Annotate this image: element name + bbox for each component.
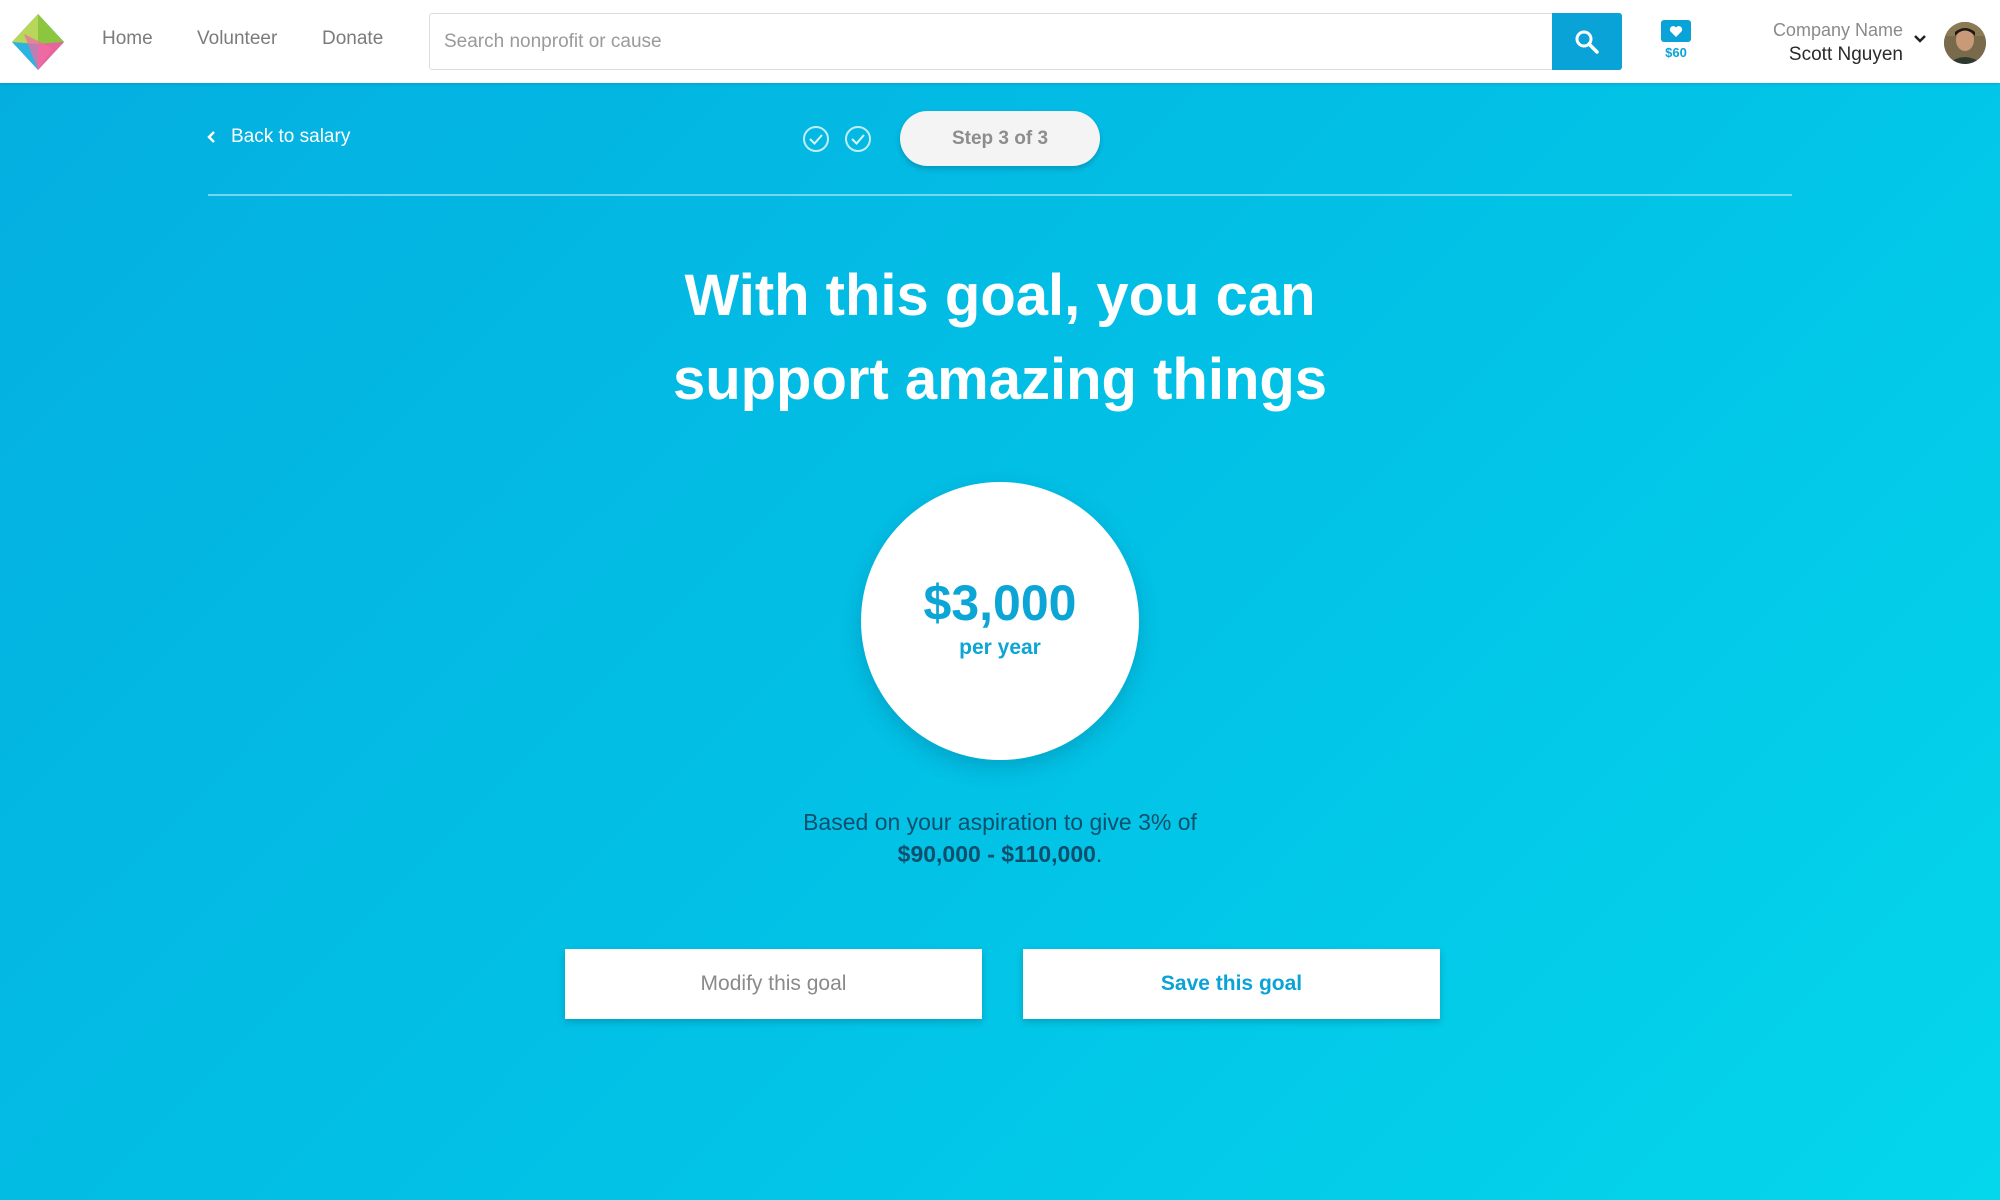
back-link-label: Back to salary [231, 126, 351, 147]
goal-amount: $3,000 [923, 575, 1077, 631]
basis-line-2: $90,000 - $110,000. [700, 838, 1300, 870]
goal-amount-circle: $3,000 per year [861, 482, 1139, 760]
wallet-balance: $60 [1665, 45, 1687, 60]
account-menu[interactable]: Company Name Scott Nguyen [1773, 18, 1903, 68]
goal-period: per year [959, 636, 1041, 659]
basis-line-1: Based on your aspiration to give 3% of [803, 809, 1197, 835]
basis-period: . [1095, 841, 1103, 867]
page-title: With this goal, you can support amazing … [500, 254, 1500, 422]
save-goal-button[interactable]: Save this goal [1023, 949, 1440, 1019]
check-circle-icon [803, 126, 829, 152]
logo-icon[interactable] [12, 14, 64, 70]
heart-icon [1661, 20, 1691, 42]
nav-home-link[interactable]: Home [102, 28, 153, 50]
headline-line-1: With this goal, you can [684, 263, 1316, 328]
goal-basis-text: Based on your aspiration to give 3% of $… [700, 806, 1300, 870]
user-name: Scott Nguyen [1788, 44, 1903, 65]
chevron-down-icon[interactable] [1913, 34, 1927, 44]
company-name: Company Name [1772, 20, 1903, 40]
giving-wallet[interactable]: $60 [1656, 20, 1696, 64]
top-navigation-bar: Home Volunteer Donate $60 Company Name S… [0, 0, 2000, 83]
divider [208, 194, 1792, 196]
nav-donate-link[interactable]: Donate [322, 28, 383, 50]
salary-range: $90,000 - $110,000 [897, 841, 1096, 867]
step-indicator: Step 3 of 3 [900, 111, 1100, 166]
chevron-left-icon [207, 131, 215, 143]
check-circle-icon [845, 126, 871, 152]
search-button[interactable] [1552, 13, 1622, 70]
search-input[interactable] [430, 14, 1552, 69]
modify-goal-button[interactable]: Modify this goal [565, 949, 982, 1019]
avatar[interactable] [1944, 22, 1986, 64]
back-to-salary-link[interactable]: Back to salary [207, 126, 350, 148]
search-icon [1575, 30, 1599, 54]
headline-line-2: support amazing things [672, 347, 1328, 412]
search-box [429, 13, 1622, 70]
nav-volunteer-link[interactable]: Volunteer [197, 28, 277, 50]
